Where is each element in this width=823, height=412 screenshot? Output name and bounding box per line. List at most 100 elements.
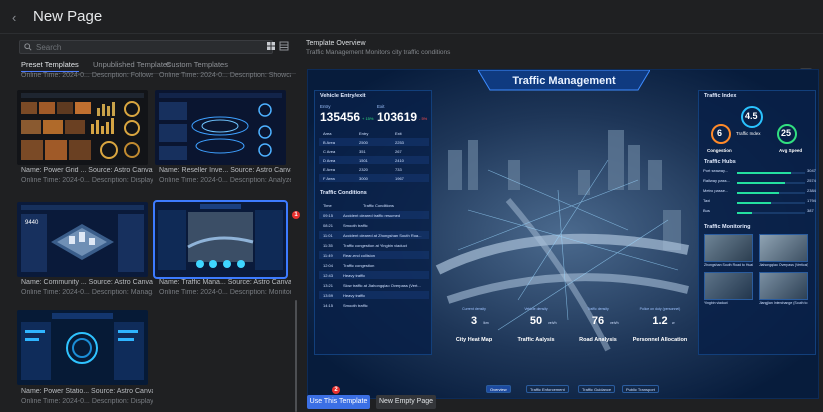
hub-bar-fill (737, 212, 752, 214)
camera-feed[interactable] (759, 234, 808, 262)
template-thumbnail-power-station[interactable] (17, 310, 148, 385)
kpi-label: Personnel Allocation (632, 337, 688, 343)
hub-bar-track (737, 172, 805, 174)
table-row: 13:59 Heavy traffic (319, 291, 429, 299)
template-card[interactable]: Name: Power Grid ... Source: Astro Canva… (21, 167, 153, 187)
search-box[interactable] (19, 40, 273, 54)
template-card[interactable]: Name: Reseller Inve... Source: Astro Can… (159, 167, 291, 187)
table-row: 08:21 Smooth traffic (323, 223, 368, 228)
tab-custom-templates[interactable]: Custom Templates (166, 60, 228, 69)
hub-value: 3047 (807, 168, 816, 173)
kpi-label: City Heat Map (455, 337, 493, 343)
template-thumbnail-community[interactable]: 9440 (17, 202, 148, 277)
list-scrollbar[interactable] (295, 300, 297, 412)
camera-caption: Jiangjian Interchange (South to north) (759, 301, 808, 305)
table-row: 13:21 Slow traffic at Jiahongqiao Overpas… (323, 283, 421, 288)
preview-tab-guidance[interactable]: Traffic Guidance (578, 385, 616, 393)
list-view-icon[interactable] (279, 41, 289, 51)
kpi-value: 76 (591, 315, 605, 327)
template-card[interactable]: Online Time: 2024-0... Description: Foll… (21, 72, 153, 82)
use-template-button[interactable]: Use This Template (307, 395, 370, 409)
hub-value: 387 (807, 208, 814, 213)
template-list-panel: Preset Templates Unpublished Templates C… (12, 38, 296, 412)
exit-value: 103619 (377, 110, 418, 124)
page-header: ‹ New Page (0, 0, 823, 34)
table-row: F Area 3000 1967 (319, 174, 429, 182)
hub-bar-fill (737, 172, 792, 174)
card-name: Name: Traffic Mana... Source: Astro Canv… (159, 279, 291, 286)
step-badge: 1 (292, 211, 300, 219)
card-name: Name: Community ... Source: Astro Canvas (21, 279, 153, 286)
search-icon (24, 43, 32, 51)
preview-title: Traffic Management (512, 75, 616, 87)
kpi-personnel-allocation[interactable]: Police on duty (personnel) 1.2 w Personn… (629, 307, 691, 353)
hub-bar-fill (737, 192, 780, 194)
entry-label: Entry (320, 104, 331, 109)
svg-text:9440: 9440 (25, 220, 39, 226)
kpi-unit: veh/h (610, 321, 619, 325)
hub-label: Port seaway... (703, 168, 729, 173)
template-preview: Traffic Management Vehicle Entry/exit En… (307, 69, 819, 399)
kpi-caption: Current density (462, 307, 486, 311)
search-input[interactable] (36, 42, 266, 53)
hub-bar-track (737, 212, 805, 214)
hub-bar-track (737, 182, 805, 184)
overview-title: Template Overview (306, 40, 366, 47)
template-card[interactable]: Name: Traffic Mana... Source: Astro Canv… (159, 279, 291, 299)
camera-feed[interactable] (704, 272, 753, 300)
hub-value: 2384 (807, 188, 816, 193)
traffic-index-label: Traffic Index (736, 131, 761, 136)
vehicle-section-title: Vehicle Entry/exit (320, 93, 366, 99)
kpi-unit: /km (483, 321, 489, 325)
kpi-traffic-analysis[interactable]: Vehicle density 50 veh/h Traffic Aalysis (505, 307, 567, 353)
page-title: New Page (33, 8, 103, 25)
kpi-road-analysis[interactable]: Traffic density 76 veh/h Road Analysis (567, 307, 629, 353)
template-thumbnail-traffic[interactable] (153, 200, 288, 279)
preview-right-column: Traffic Index 4.5 Traffic Index 6 Conges… (698, 90, 816, 355)
index-section-title: Traffic Index (704, 93, 737, 99)
entry-value: 135456 (320, 110, 361, 124)
entry-change: + 15% (362, 116, 374, 121)
kpi-city-heat-map[interactable]: Current density 3 /km City Heat Map (443, 307, 505, 353)
table-row: 14:15 Smooth traffic (323, 303, 368, 308)
grid-view-icon[interactable] (266, 41, 276, 51)
congestion-value: 6 (717, 128, 723, 138)
preview-tab-public-transport[interactable]: Public Transport (622, 385, 659, 393)
traffic-index-value: 4.5 (745, 111, 758, 121)
preview-tab-enforcement[interactable]: Traffic Enforcement (526, 385, 569, 393)
table-row: E Area 2320 733 (323, 167, 402, 172)
kpi-value: 50 (529, 315, 543, 327)
table-row: C Area 351 267 (323, 149, 402, 154)
monitoring-section-title: Traffic Monitoring (704, 224, 751, 230)
table-row: 09:15 Accident cleared traffic resumed (319, 211, 429, 219)
template-card[interactable]: Name: Community ... Source: Astro Canvas… (21, 279, 153, 299)
kpi-unit: w (672, 321, 675, 325)
camera-feed[interactable] (759, 272, 808, 300)
kpi-value: 1.2 (652, 315, 668, 327)
overview-subtitle: Traffic Management Monitors city traffic… (306, 49, 451, 56)
card-name: Name: Reseller Inve... Source: Astro Can… (159, 167, 291, 174)
hub-value: 2574 (807, 178, 816, 183)
tab-unpublished-templates[interactable]: Unpublished Templates (93, 60, 171, 69)
camera-caption: Yingbin viaduct (704, 301, 728, 305)
template-card[interactable]: Online Time: 2024-0... Description: Show… (159, 72, 291, 82)
kpi-caption: Vehicle density (524, 307, 548, 311)
camera-feed[interactable] (704, 234, 753, 262)
tab-preset-templates[interactable]: Preset Templates (21, 60, 79, 72)
conditions-table-header: Time Traffic Conditions (323, 203, 394, 208)
view-toggle (266, 41, 294, 51)
camera-caption: Zhongshan South Road to Huaihai North Ro… (704, 263, 753, 267)
template-thumbnail-reseller[interactable] (155, 90, 286, 165)
chevron-left-icon[interactable]: ‹ (12, 10, 16, 25)
hub-bar-track (737, 192, 805, 194)
congestion-label: Congestion (707, 148, 732, 153)
preview-tab-overview[interactable]: Overview (486, 385, 511, 393)
hub-label: Metro passe... (703, 188, 729, 193)
template-card[interactable]: Name: Power Statio... Source: Astro Canv… (21, 388, 153, 408)
card-meta: Online Time: 2024-0... Description: Foll… (21, 72, 153, 79)
card-meta: Online Time: 2024-0... Description: Disp… (21, 398, 153, 405)
template-thumbnail-power-grid[interactable] (17, 90, 148, 165)
card-name: Name: Power Statio... Source: Astro Canv… (21, 388, 153, 395)
table-row: 12:04 Traffic congestion (323, 263, 375, 268)
new-empty-page-button[interactable]: New Empty Page (376, 395, 436, 409)
